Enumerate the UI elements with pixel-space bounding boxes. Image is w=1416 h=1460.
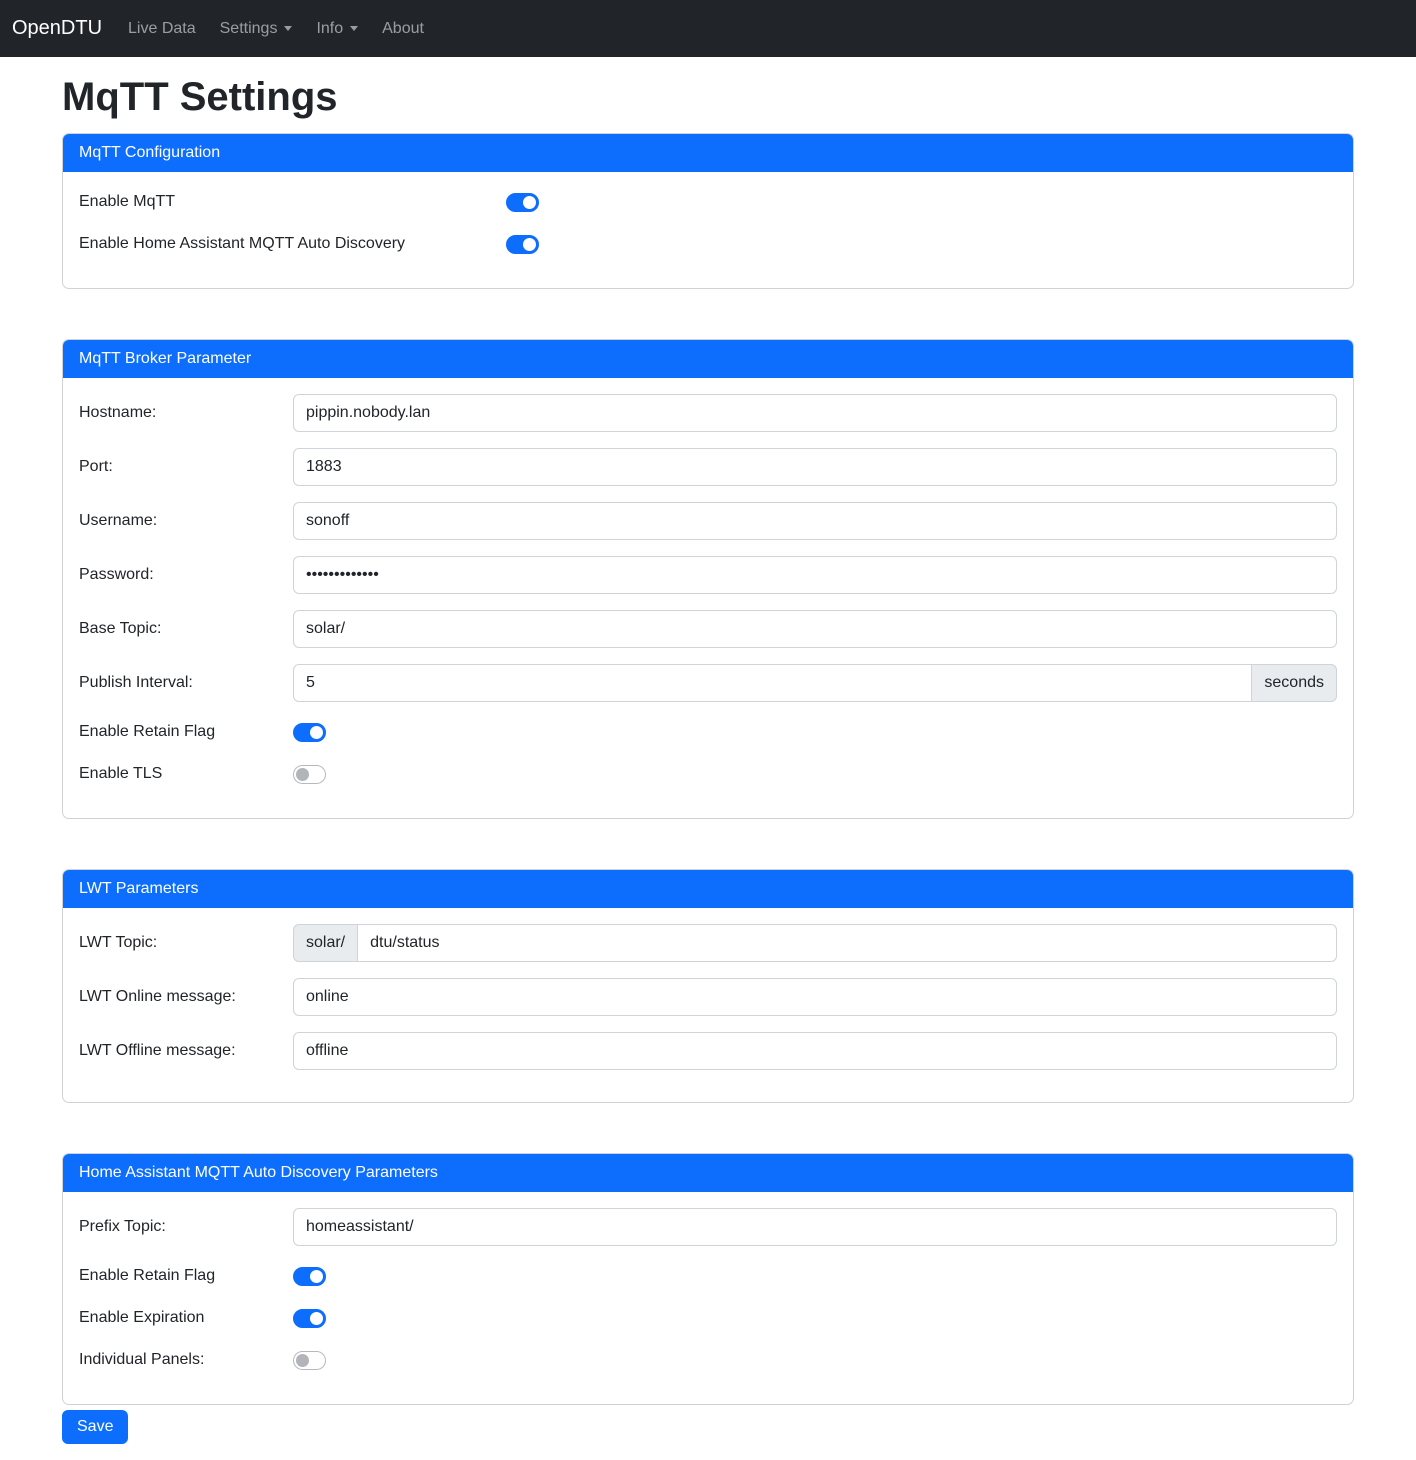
card-body: LWT Topic: solar/ LWT Online message: LW… (63, 908, 1353, 1102)
publish-interval-unit: seconds (1252, 664, 1337, 702)
form-row: Publish Interval: seconds (79, 664, 1337, 702)
card-body: Enable MqTT Enable Home Assistant MQTT A… (63, 172, 1353, 288)
enable-expiration-toggle[interactable] (293, 1309, 326, 1328)
card-body: Hostname: Port: Username: Password: Base… (63, 378, 1353, 818)
lwt-topic-input[interactable] (357, 924, 1337, 962)
nav-item-label: About (382, 20, 424, 38)
form-row: Enable Retain Flag (79, 1262, 1337, 1290)
chevron-down-icon (350, 26, 358, 31)
nav-item-info[interactable]: Info (308, 12, 366, 46)
card-header-lwt-parameters: LWT Parameters (63, 870, 1353, 908)
hostname-label: Hostname: (79, 404, 293, 422)
broker-enable-retain-toggle[interactable] (293, 723, 326, 742)
page-container: MqTT Settings MqTT Configuration Enable … (0, 73, 1416, 1444)
nav-item-settings[interactable]: Settings (212, 12, 301, 46)
page-title: MqTT Settings (62, 73, 1354, 121)
card-header-mqtt-configuration: MqTT Configuration (63, 134, 1353, 172)
card-header-mqtt-broker-parameter: MqTT Broker Parameter (63, 340, 1353, 378)
navbar: OpenDTU Live Data Settings Info About (0, 0, 1416, 57)
ha-enable-retain-label: Enable Retain Flag (79, 1267, 293, 1285)
password-label: Password: (79, 566, 293, 584)
individual-panels-toggle[interactable] (293, 1351, 326, 1370)
enable-mqtt-toggle[interactable] (506, 193, 539, 212)
prefix-topic-input[interactable] (293, 1208, 1337, 1246)
card-ha-discovery-parameters: Home Assistant MQTT Auto Discovery Param… (62, 1153, 1354, 1405)
enable-expiration-label: Enable Expiration (79, 1309, 293, 1327)
chevron-down-icon (284, 26, 292, 31)
username-input[interactable] (293, 502, 1337, 540)
form-row: LWT Topic: solar/ (79, 924, 1337, 962)
nav-item-label: Live Data (128, 20, 196, 38)
prefix-topic-label: Prefix Topic: (79, 1218, 293, 1236)
form-row: Individual Panels: (79, 1346, 1337, 1374)
card-body: Prefix Topic: Enable Retain Flag Enable … (63, 1192, 1353, 1404)
enable-ha-discovery-toggle[interactable] (506, 235, 539, 254)
save-button[interactable]: Save (62, 1410, 128, 1444)
form-row: Base Topic: (79, 610, 1337, 648)
ha-enable-retain-toggle[interactable] (293, 1267, 326, 1286)
form-row: Port: (79, 448, 1337, 486)
form-row: Hostname: (79, 394, 1337, 432)
enable-tls-label: Enable TLS (79, 765, 293, 783)
lwt-online-input[interactable] (293, 978, 1337, 1016)
port-input[interactable] (293, 448, 1337, 486)
form-row: Enable TLS (79, 760, 1337, 788)
broker-enable-retain-label: Enable Retain Flag (79, 723, 293, 741)
lwt-topic-group: solar/ (293, 924, 1337, 962)
form-row: Prefix Topic: (79, 1208, 1337, 1246)
nav-item-about[interactable]: About (374, 12, 432, 46)
base-topic-label: Base Topic: (79, 620, 293, 638)
hostname-input[interactable] (293, 394, 1337, 432)
card-lwt-parameters: LWT Parameters LWT Topic: solar/ LWT Onl… (62, 869, 1354, 1103)
nav-item-label: Info (316, 20, 343, 38)
form-row: Password: (79, 556, 1337, 594)
nav-item-live-data[interactable]: Live Data (120, 12, 204, 46)
form-row: Enable Home Assistant MQTT Auto Discover… (79, 230, 1337, 258)
lwt-offline-input[interactable] (293, 1032, 1337, 1070)
lwt-online-label: LWT Online message: (79, 988, 293, 1006)
nav-item-label: Settings (220, 20, 278, 38)
card-header-ha-discovery-parameters: Home Assistant MQTT Auto Discovery Param… (63, 1154, 1353, 1192)
enable-mqtt-label: Enable MqTT (79, 193, 506, 211)
lwt-topic-label: LWT Topic: (79, 934, 293, 952)
enable-ha-discovery-label: Enable Home Assistant MQTT Auto Discover… (79, 235, 506, 253)
form-row: LWT Offline message: (79, 1032, 1337, 1070)
lwt-offline-label: LWT Offline message: (79, 1042, 293, 1060)
lwt-topic-prefix: solar/ (293, 924, 357, 962)
individual-panels-label: Individual Panels: (79, 1351, 293, 1369)
password-input[interactable] (293, 556, 1337, 594)
card-mqtt-broker-parameter: MqTT Broker Parameter Hostname: Port: Us… (62, 339, 1354, 819)
form-row: LWT Online message: (79, 978, 1337, 1016)
form-row: Enable MqTT (79, 188, 1337, 216)
enable-tls-toggle[interactable] (293, 765, 326, 784)
form-row: Enable Expiration (79, 1304, 1337, 1332)
publish-interval-label: Publish Interval: (79, 674, 293, 692)
form-row: Username: (79, 502, 1337, 540)
username-label: Username: (79, 512, 293, 530)
card-mqtt-configuration: MqTT Configuration Enable MqTT Enable Ho… (62, 133, 1354, 289)
base-topic-input[interactable] (293, 610, 1337, 648)
port-label: Port: (79, 458, 293, 476)
publish-interval-input[interactable] (293, 664, 1252, 702)
form-row: Enable Retain Flag (79, 718, 1337, 746)
brand-link[interactable]: OpenDTU (12, 17, 102, 40)
publish-interval-group: seconds (293, 664, 1337, 702)
